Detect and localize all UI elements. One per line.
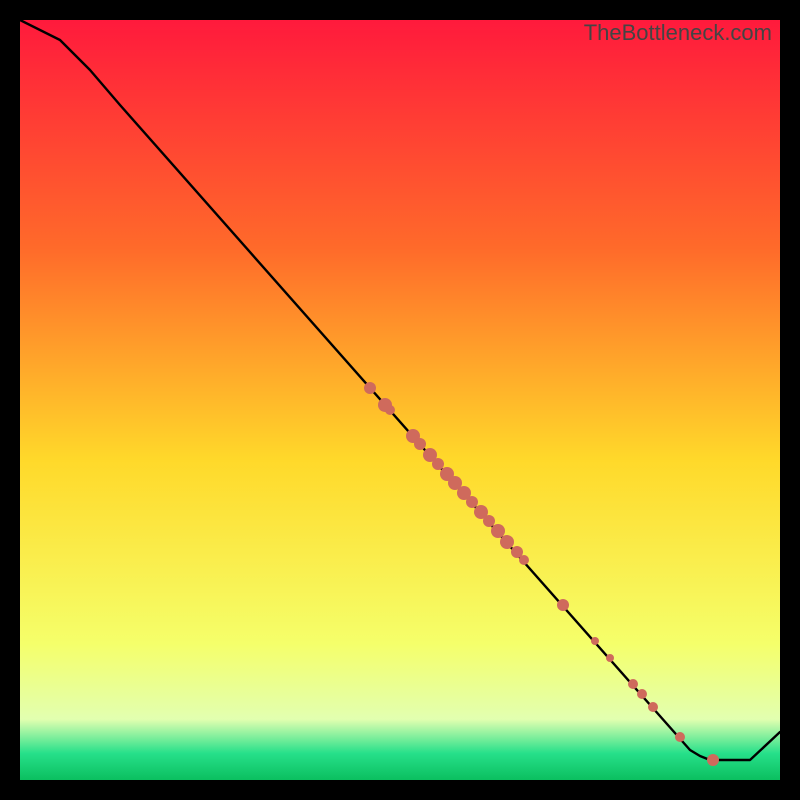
bottleneck-curve — [20, 20, 780, 780]
data-point — [637, 689, 647, 699]
data-point — [648, 702, 658, 712]
data-point — [606, 654, 614, 662]
data-point — [466, 496, 478, 508]
data-point — [385, 405, 395, 415]
data-point — [628, 679, 638, 689]
data-point — [707, 754, 719, 766]
data-point — [675, 732, 685, 742]
data-point — [432, 458, 444, 470]
data-point — [491, 524, 505, 538]
data-point — [500, 535, 514, 549]
data-point — [364, 382, 376, 394]
data-point — [483, 515, 495, 527]
watermark-text: TheBottleneck.com — [584, 20, 772, 46]
data-point — [591, 637, 599, 645]
data-point — [557, 599, 569, 611]
data-point — [519, 555, 529, 565]
data-dots — [364, 382, 719, 766]
data-point — [414, 438, 426, 450]
